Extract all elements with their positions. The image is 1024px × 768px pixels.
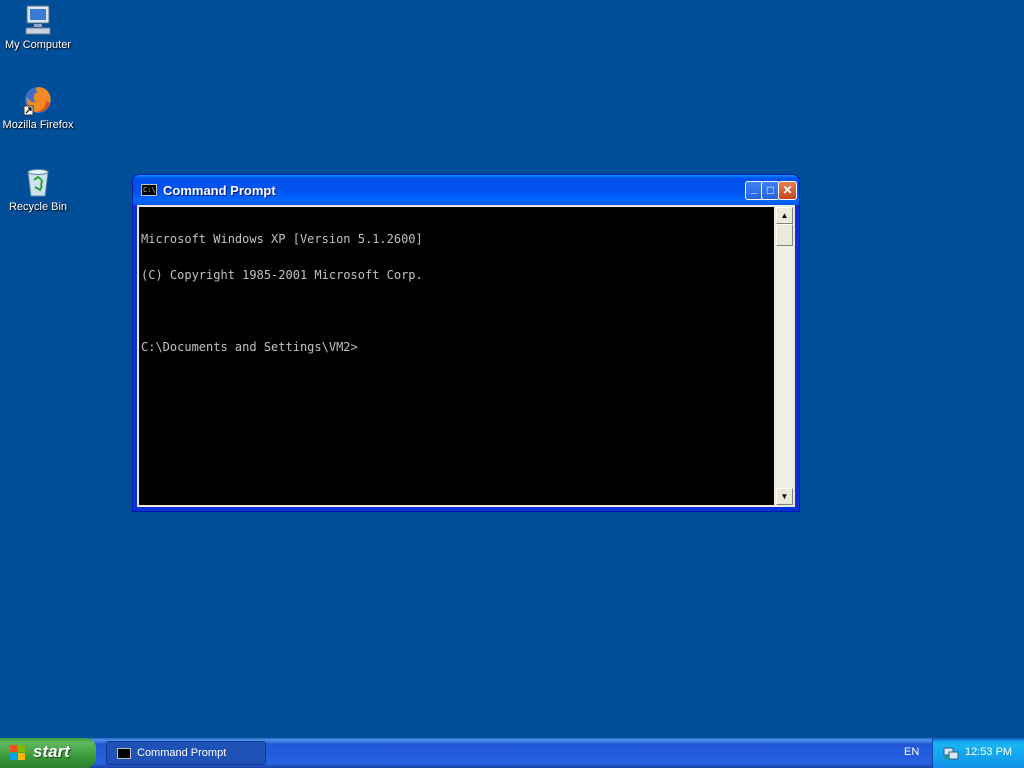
scroll-up-button[interactable]: ▲ [776,207,793,224]
console-icon[interactable]: C:\ [141,184,157,196]
desktop-icon-firefox[interactable]: Mozilla Firefox [0,84,76,132]
desktop-icon-label: Recycle Bin [8,201,68,213]
desktop-icon-label: Mozilla Firefox [2,119,74,131]
language-indicator[interactable]: EN [904,746,919,758]
clock[interactable]: 12:53 PM [965,746,1012,758]
system-tray: 12:53 PM [932,738,1024,768]
my-computer-icon [22,4,54,36]
console-line: (C) Copyright 1985-2001 Microsoft Corp. [141,268,423,282]
close-button[interactable]: ✕ [778,181,797,200]
console-prompt-line: C:\Documents and Settings\VM2> [141,340,358,354]
desktop-icon-my-computer[interactable]: My Computer [0,4,76,52]
console-icon [117,748,131,759]
taskbar: start Command Prompt EN 12:53 PM [0,738,1024,768]
start-button[interactable]: start [0,738,96,768]
network-tray-icon[interactable] [943,745,959,761]
console-line: Microsoft Windows XP [Version 5.1.2600] [141,232,423,246]
firefox-icon [22,84,54,116]
scroll-down-button[interactable]: ▼ [776,488,793,505]
desktop-icon-recycle-bin[interactable]: Recycle Bin [0,166,76,214]
recycle-bin-icon [22,166,54,198]
vertical-scrollbar[interactable]: ▲ ▼ [776,207,793,505]
windows-flag-icon [10,745,26,761]
command-prompt-window[interactable]: C:\ Command Prompt _ □ ✕ Microsoft Windo… [132,174,800,512]
window-titlebar[interactable]: C:\ Command Prompt _ □ ✕ [133,175,799,205]
taskbar-button-label: Command Prompt [137,747,227,759]
desktop-icon-label: My Computer [4,39,72,51]
scrollbar-thumb[interactable] [776,224,793,246]
window-client-area: Microsoft Windows XP [Version 5.1.2600] … [137,205,795,507]
console-output[interactable]: Microsoft Windows XP [Version 5.1.2600] … [139,207,774,505]
window-title: Command Prompt [163,183,276,198]
taskbar-button-command-prompt[interactable]: Command Prompt [106,741,266,765]
start-label: start [33,742,70,761]
